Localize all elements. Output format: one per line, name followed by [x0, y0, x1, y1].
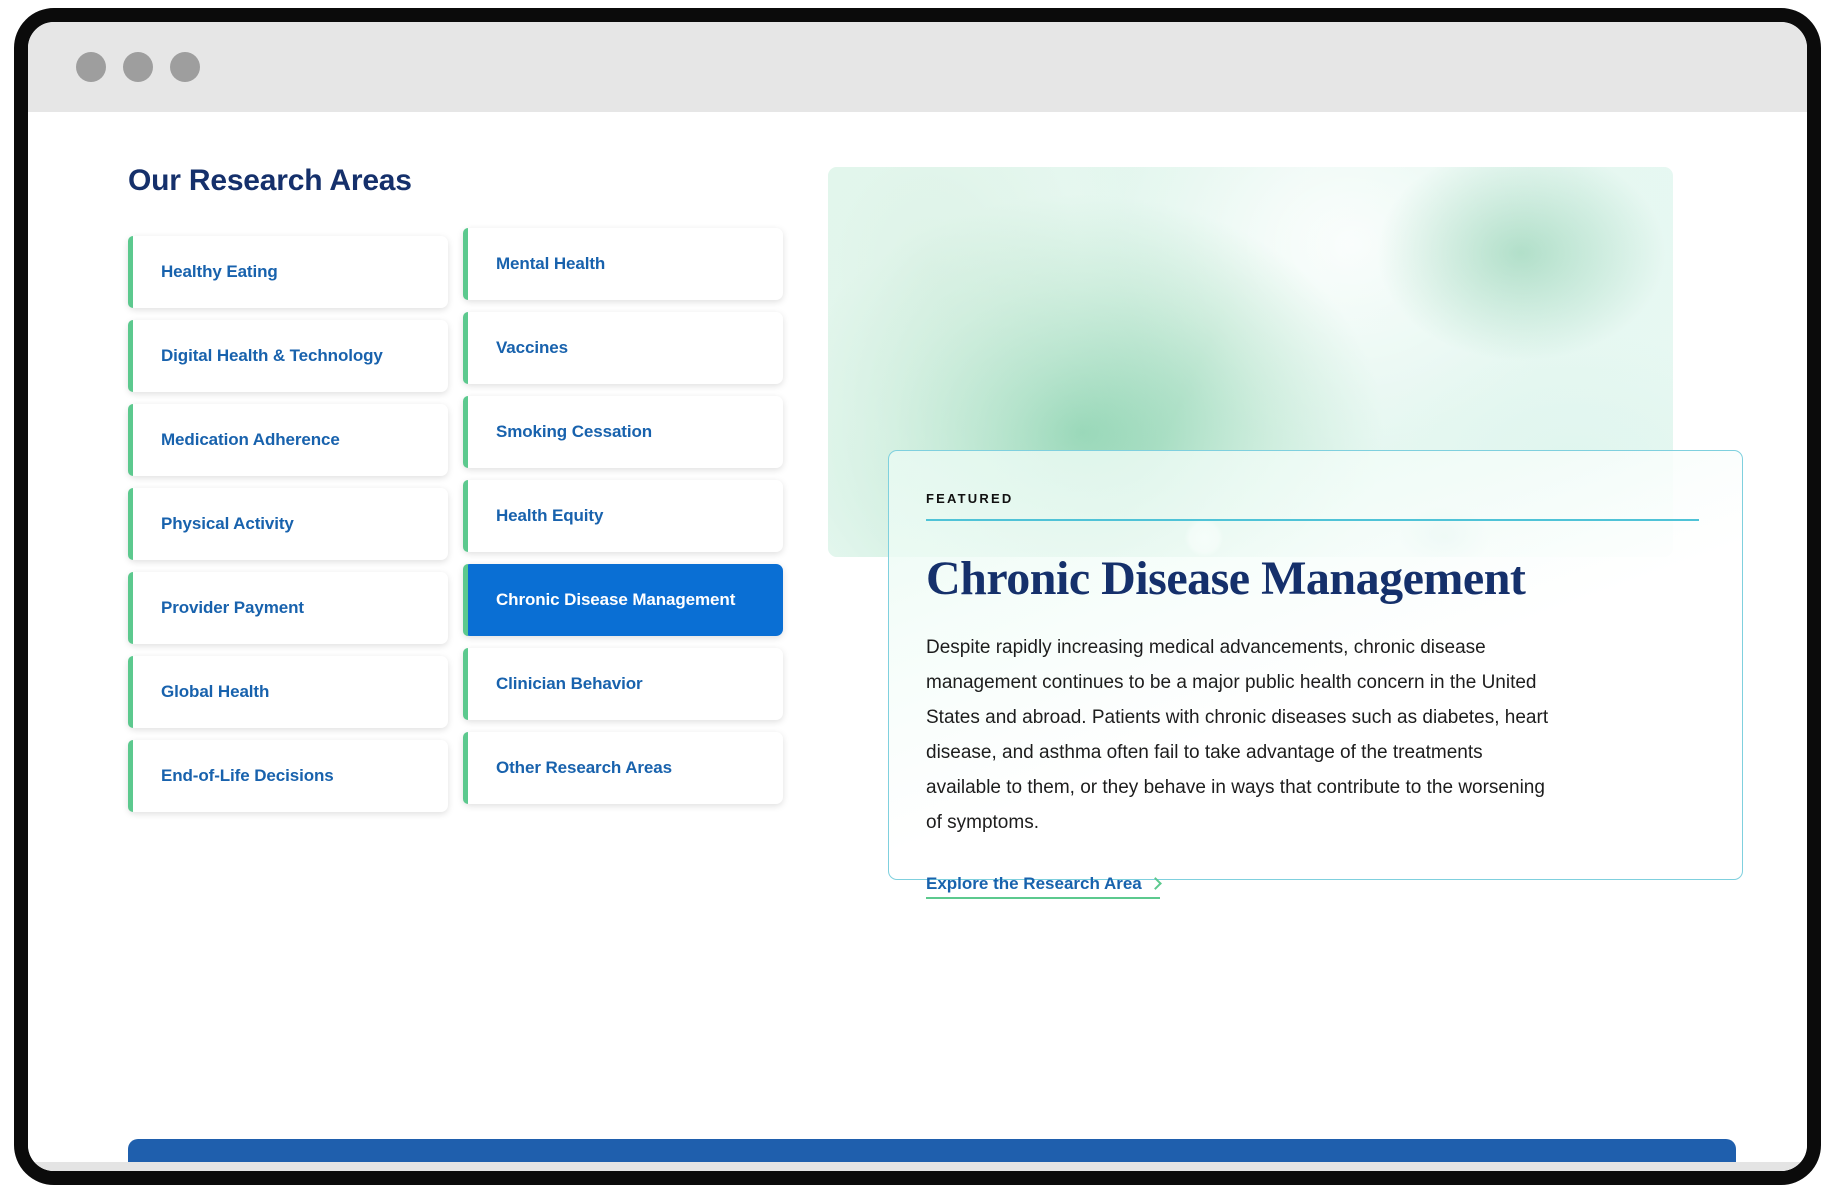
- featured-eyebrow: FEATURED: [926, 491, 1014, 506]
- page-content: Our Research Areas Healthy Eating Digita…: [28, 112, 1807, 1171]
- research-area-card[interactable]: Digital Health & Technology: [128, 320, 448, 392]
- minimize-dot[interactable]: [123, 52, 153, 82]
- research-area-label: Provider Payment: [161, 598, 304, 617]
- research-area-card[interactable]: Global Health: [128, 656, 448, 728]
- research-area-label: Vaccines: [496, 338, 568, 357]
- explore-link-label: Explore the Research Area: [926, 874, 1142, 893]
- research-area-card[interactable]: Clinician Behavior: [463, 648, 783, 720]
- research-areas-column-left: Healthy Eating Digital Health & Technolo…: [128, 236, 448, 812]
- browser-window: Our Research Areas Healthy Eating Digita…: [14, 8, 1821, 1185]
- page-title: Our Research Areas: [128, 164, 412, 197]
- research-area-label: Global Health: [161, 682, 270, 701]
- research-area-label: Health Equity: [496, 506, 604, 525]
- footer-strip: [28, 1162, 1807, 1171]
- research-area-card[interactable]: End-of-Life Decisions: [128, 740, 448, 812]
- research-area-label: Healthy Eating: [161, 262, 278, 281]
- research-area-card[interactable]: Smoking Cessation: [463, 396, 783, 468]
- research-area-card[interactable]: Physical Activity: [128, 488, 448, 560]
- featured-card: FEATURED Chronic Disease Management Desp…: [888, 450, 1743, 899]
- research-area-label: Other Research Areas: [496, 758, 672, 777]
- research-area-label: Medication Adherence: [161, 430, 340, 449]
- research-area-label: Mental Health: [496, 254, 606, 273]
- research-areas-section: Our Research Areas Healthy Eating Digita…: [128, 164, 788, 812]
- featured-divider: [926, 519, 1699, 521]
- research-area-card[interactable]: Medication Adherence: [128, 404, 448, 476]
- research-area-card[interactable]: Provider Payment: [128, 572, 448, 644]
- close-dot[interactable]: [76, 52, 106, 82]
- window-title-bar: [28, 22, 1807, 112]
- research-area-card[interactable]: Vaccines: [463, 312, 783, 384]
- research-area-label: Digital Health & Technology: [161, 346, 383, 365]
- explore-research-area-link[interactable]: Explore the Research Area: [926, 874, 1162, 899]
- research-area-label: Clinician Behavior: [496, 674, 643, 693]
- research-area-card-selected[interactable]: Chronic Disease Management: [463, 564, 783, 636]
- research-area-card[interactable]: Mental Health: [463, 228, 783, 300]
- featured-title: Chronic Disease Management: [926, 552, 1526, 605]
- research-area-label: Smoking Cessation: [496, 422, 653, 441]
- research-area-card[interactable]: Other Research Areas: [463, 732, 783, 804]
- research-area-label: End-of-Life Decisions: [161, 766, 334, 785]
- research-areas-grid: Healthy Eating Digital Health & Technolo…: [128, 228, 788, 812]
- chevron-right-icon: [1148, 877, 1162, 890]
- research-area-card[interactable]: Healthy Eating: [128, 236, 448, 308]
- research-area-card[interactable]: Health Equity: [463, 480, 783, 552]
- research-areas-column-right: Mental Health Vaccines Smoking Cessation…: [463, 228, 783, 812]
- research-area-label: Chronic Disease Management: [496, 590, 736, 609]
- research-area-label: Physical Activity: [161, 514, 294, 533]
- featured-description: Despite rapidly increasing medical advan…: [926, 637, 1549, 833]
- maximize-dot[interactable]: [170, 52, 200, 82]
- featured-section: FEATURED Chronic Disease Management Desp…: [828, 167, 1768, 899]
